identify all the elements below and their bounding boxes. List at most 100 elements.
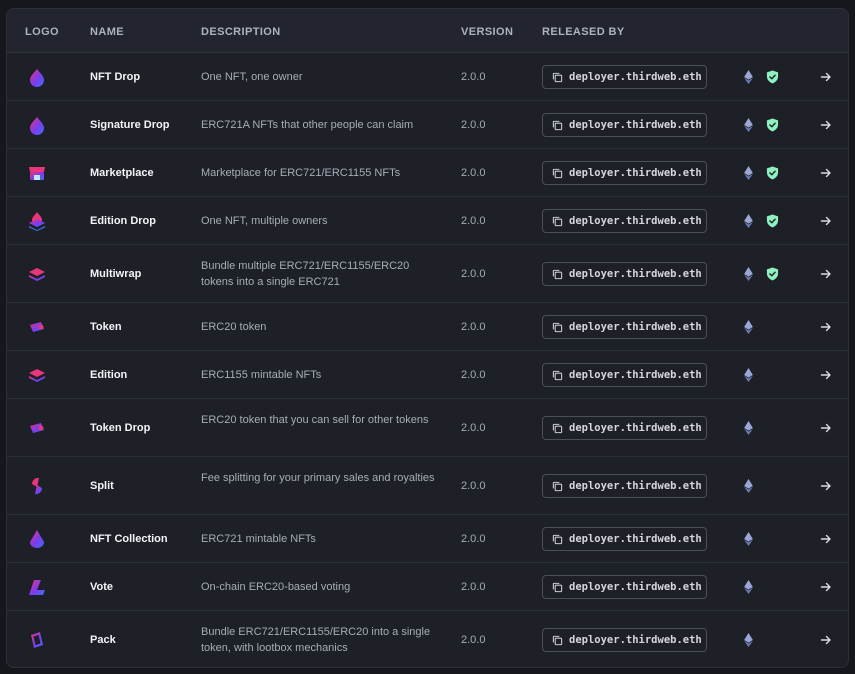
contract-name[interactable]: Split	[90, 480, 114, 492]
contract-version: 2.0.0	[461, 369, 486, 381]
ethereum-icon	[744, 633, 753, 647]
copy-icon	[552, 534, 563, 544]
contract-description: Fee splitting for your primary sales and…	[201, 472, 435, 484]
arrow-right-icon[interactable]	[820, 480, 832, 492]
table-header: LOGO NAME DESCRIPTION VERSION RELEASED B…	[7, 9, 848, 53]
contract-name[interactable]: Marketplace	[90, 167, 154, 179]
header-released-by: RELEASED BY	[542, 26, 625, 38]
contract-version: 2.0.0	[461, 533, 486, 545]
table-row[interactable]: Signature Drop ERC721A NFTs that other p…	[7, 101, 848, 149]
table-row[interactable]: Multiwrap Bundle multiple ERC721/ERC1155…	[7, 245, 848, 303]
copy-icon	[552, 582, 563, 592]
shield-check-icon	[766, 166, 779, 180]
table-row[interactable]: Edition ERC1155 mintable NFTs 2.0.0 depl…	[7, 351, 848, 399]
copy-icon	[552, 481, 563, 491]
released-by-button[interactable]: deployer.thirdweb.eth	[542, 575, 707, 599]
ethereum-icon	[744, 70, 753, 84]
ethereum-icon	[744, 580, 753, 594]
contract-name[interactable]: Edition Drop	[90, 215, 156, 227]
contract-name[interactable]: Vote	[90, 581, 113, 593]
arrow-right-icon[interactable]	[820, 268, 832, 280]
released-by-button[interactable]: deployer.thirdweb.eth	[542, 113, 707, 137]
table-row[interactable]: Marketplace Marketplace for ERC721/ERC11…	[7, 149, 848, 197]
ethereum-icon	[744, 118, 753, 132]
contract-name[interactable]: NFT Drop	[90, 71, 140, 83]
deployer-address: deployer.thirdweb.eth	[569, 369, 702, 381]
deployer-address: deployer.thirdweb.eth	[569, 119, 702, 131]
contract-version: 2.0.0	[461, 422, 486, 434]
table-row[interactable]: Split Fee splitting for your primary sal…	[7, 457, 848, 515]
table-row[interactable]: NFT Collection ERC721 mintable NFTs 2.0.…	[7, 515, 848, 563]
released-by-button[interactable]: deployer.thirdweb.eth	[542, 628, 707, 652]
signature-drop-logo	[30, 117, 44, 135]
header-logo: LOGO	[25, 26, 59, 38]
contract-name[interactable]: Multiwrap	[90, 268, 141, 280]
multiwrap-logo	[29, 268, 45, 281]
ethereum-icon	[744, 368, 753, 382]
contract-name[interactable]: Signature Drop	[90, 119, 169, 131]
ethereum-icon	[744, 532, 753, 546]
released-by-button[interactable]: deployer.thirdweb.eth	[542, 527, 707, 551]
released-by-button[interactable]: deployer.thirdweb.eth	[542, 416, 707, 440]
contract-name[interactable]: NFT Collection	[90, 533, 168, 545]
table-row[interactable]: NFT Drop One NFT, one owner 2.0.0 deploy…	[7, 53, 848, 101]
table-row[interactable]: Pack Bundle ERC721/ERC1155/ERC20 into a …	[7, 611, 848, 667]
released-by-button[interactable]: deployer.thirdweb.eth	[542, 161, 707, 185]
copy-icon	[552, 370, 563, 380]
contract-version: 2.0.0	[461, 215, 486, 227]
released-by-button[interactable]: deployer.thirdweb.eth	[542, 474, 707, 498]
contract-description: On-chain ERC20-based voting	[201, 581, 351, 593]
contract-version: 2.0.0	[461, 480, 486, 492]
arrow-right-icon[interactable]	[820, 215, 832, 227]
contract-description: ERC20 token that you can sell for other …	[201, 414, 429, 426]
deployer-address: deployer.thirdweb.eth	[569, 71, 702, 83]
released-by-button[interactable]: deployer.thirdweb.eth	[542, 363, 707, 387]
table-body: NFT Drop One NFT, one owner 2.0.0 deploy…	[7, 53, 848, 667]
deployer-address: deployer.thirdweb.eth	[569, 533, 702, 545]
arrow-right-icon[interactable]	[820, 581, 832, 593]
contract-name[interactable]: Token	[90, 321, 122, 333]
contracts-table: LOGO NAME DESCRIPTION VERSION RELEASED B…	[6, 8, 849, 668]
contract-description: Bundle ERC721/ERC1155/ERC20 into a singl…	[201, 626, 431, 654]
released-by-button[interactable]: deployer.thirdweb.eth	[542, 262, 707, 286]
marketplace-logo	[29, 167, 45, 180]
contract-version: 2.0.0	[461, 581, 486, 593]
arrow-right-icon[interactable]	[820, 634, 832, 646]
token-drop-logo	[30, 423, 44, 433]
nft-drop-logo	[30, 69, 44, 87]
copy-icon	[552, 216, 563, 226]
table-row[interactable]: Vote On-chain ERC20-based voting 2.0.0 d…	[7, 563, 848, 611]
shield-check-icon	[766, 267, 779, 281]
table-row[interactable]: Edition Drop One NFT, multiple owners 2.…	[7, 197, 848, 245]
contract-name[interactable]: Edition	[90, 369, 127, 381]
header-description: DESCRIPTION	[201, 26, 281, 38]
arrow-right-icon[interactable]	[820, 321, 832, 333]
shield-check-icon	[766, 214, 779, 228]
contract-description: One NFT, one owner	[201, 71, 303, 83]
arrow-right-icon[interactable]	[820, 369, 832, 381]
contract-version: 2.0.0	[461, 71, 486, 83]
released-by-button[interactable]: deployer.thirdweb.eth	[542, 65, 707, 89]
arrow-right-icon[interactable]	[820, 119, 832, 131]
deployer-address: deployer.thirdweb.eth	[569, 167, 702, 179]
arrow-right-icon[interactable]	[820, 422, 832, 434]
ethereum-icon	[744, 214, 753, 228]
contract-description: ERC1155 mintable NFTs	[201, 369, 322, 381]
arrow-right-icon[interactable]	[820, 71, 832, 83]
contract-name[interactable]: Token Drop	[90, 422, 150, 434]
contract-version: 2.0.0	[461, 268, 486, 280]
pack-logo	[31, 632, 43, 648]
copy-icon	[552, 269, 563, 279]
contract-name[interactable]: Pack	[90, 634, 116, 646]
table-row[interactable]: Token Drop ERC20 token that you can sell…	[7, 399, 848, 457]
released-by-button[interactable]: deployer.thirdweb.eth	[542, 315, 707, 339]
deployer-address: deployer.thirdweb.eth	[569, 422, 702, 434]
arrow-right-icon[interactable]	[820, 167, 832, 179]
ethereum-icon	[744, 320, 753, 334]
arrow-right-icon[interactable]	[820, 533, 832, 545]
vote-logo	[29, 580, 45, 595]
table-row[interactable]: Token ERC20 token 2.0.0 deployer.thirdwe…	[7, 303, 848, 351]
contract-version: 2.0.0	[461, 167, 486, 179]
released-by-button[interactable]: deployer.thirdweb.eth	[542, 209, 707, 233]
copy-icon	[552, 168, 563, 178]
